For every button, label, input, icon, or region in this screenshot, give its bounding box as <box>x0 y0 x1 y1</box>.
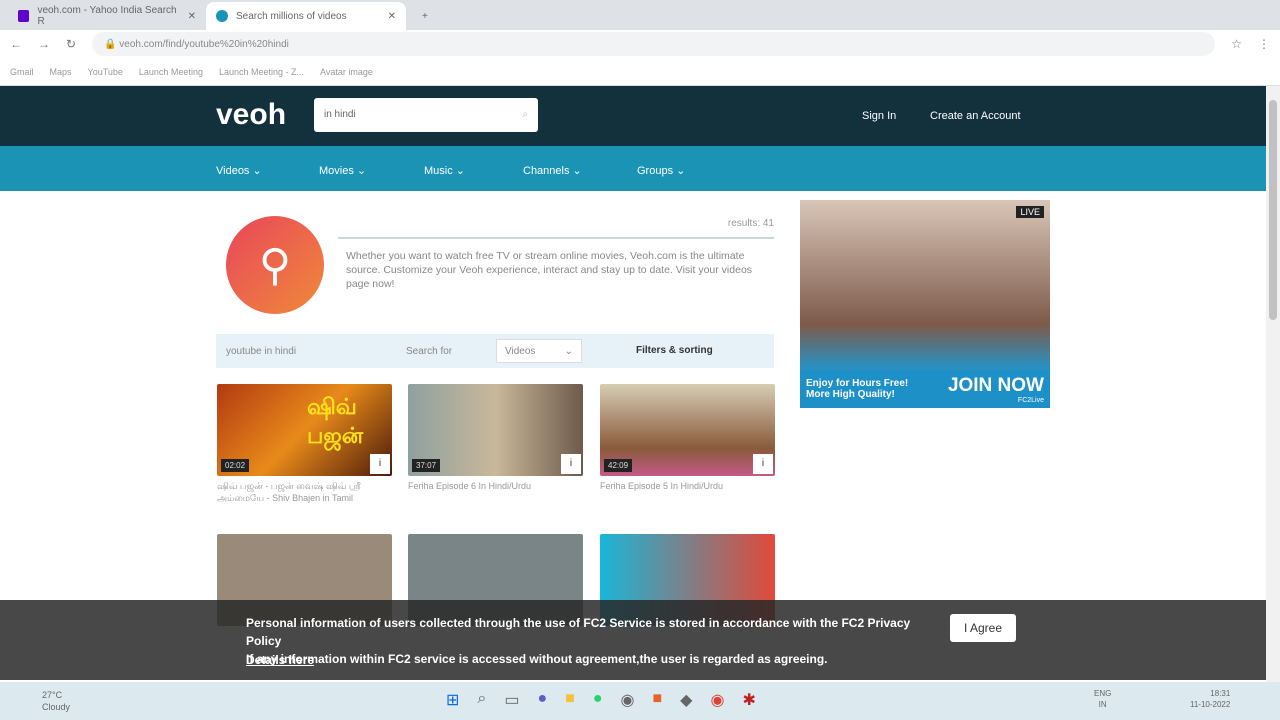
live-badge: LIVE <box>1016 206 1044 218</box>
weather: Cloudy <box>42 702 71 712</box>
ad-line1: Enjoy for Hours Free! <box>806 378 909 389</box>
duration: 42:09 <box>604 459 633 472</box>
app-icon[interactable]: ■ <box>652 690 662 710</box>
info-icon[interactable]: i <box>753 454 773 474</box>
app-icon[interactable]: ◉ <box>621 690 635 710</box>
sign-in-link[interactable]: Sign In <box>862 110 896 122</box>
lock-icon: 🔒 <box>104 38 120 50</box>
clock-date: 11-10-2022 <box>1190 700 1231 709</box>
bookmark-maps[interactable]: Maps <box>50 67 72 77</box>
tab-yahoo[interactable]: veoh.com - Yahoo India Search R ✕ <box>8 2 206 30</box>
duration: 02:02 <box>221 459 250 472</box>
search-for-select[interactable]: Videos ⌄ <box>496 339 582 363</box>
back-icon[interactable]: ← <box>10 37 22 51</box>
taskbar: 27°C Cloudy ⊞ ⌕ ▭ ● ■ ● ◉ ■ ◆ ◉ ✱ ENG IN 18:31 11-10-… <box>0 682 1280 720</box>
file-explorer-icon[interactable]: ■ <box>565 690 575 710</box>
duration: 37:07 <box>412 459 441 472</box>
agree-button[interactable]: I Agree <box>950 614 1017 642</box>
close-icon[interactable]: ✕ <box>388 11 396 22</box>
bookmark-youtube[interactable]: YouTube <box>88 67 123 77</box>
clock-time[interactable]: 18:31 <box>1190 688 1230 699</box>
tab-bar: veoh.com - Yahoo India Search R ✕ Search … <box>0 0 1280 30</box>
url-input[interactable]: 🔒 veoh.com/find/youtube%20in%20hindi <box>92 32 1216 56</box>
new-tab-button[interactable]: + <box>412 2 438 30</box>
thumb-text: ஷிவ் பஜன் <box>307 394 364 448</box>
task-view-icon[interactable]: ▭ <box>504 690 519 710</box>
site-header: veoh in hindi ⌕ Sign In Create an Account <box>0 86 1266 146</box>
search-for-label: Search for <box>406 346 453 357</box>
search-value: in hindi <box>324 109 356 120</box>
search-icon[interactable]: ⌕ <box>522 109 528 120</box>
create-account-link[interactable]: Create an Account <box>930 110 1021 122</box>
cookie-text: If any information within FC2 service is… <box>246 652 828 666</box>
address-bar-row: ← → ↻ 🔒 veoh.com/find/youtube%20in%20hindi… <box>0 30 1280 58</box>
bookmark-gmail[interactable]: Gmail <box>10 67 34 77</box>
url-text: veoh.com/find/youtube%20in%20hindi <box>119 38 289 50</box>
bookmarks-bar: Gmail Maps YouTube Launch Meeting Launch… <box>0 58 1280 86</box>
tab-title: Search millions of videos <box>236 10 347 22</box>
star-icon[interactable]: ☆ <box>1231 37 1242 51</box>
video-title[interactable]: Feriha Episode 6 In Hindi/Urdu <box>408 480 583 492</box>
chat-icon[interactable]: ● <box>538 690 548 710</box>
veoh-icon <box>216 10 228 22</box>
nav-channels[interactable]: Channels ⌄ <box>523 164 582 177</box>
veoh-logo[interactable]: veoh <box>216 98 286 132</box>
bookmark-launch-meeting[interactable]: Launch Meeting <box>139 67 203 77</box>
windows-start-icon[interactable]: ⊞ <box>446 690 459 710</box>
yahoo-icon <box>18 10 30 22</box>
tab-veoh[interactable]: Search millions of videos ✕ <box>206 2 406 30</box>
nav-music[interactable]: Music ⌄ <box>424 164 465 177</box>
video-thumbnail[interactable]: 42:09 i <box>600 384 775 476</box>
whatsapp-icon[interactable]: ● <box>593 690 603 710</box>
chrome-icon[interactable]: ◉ <box>710 690 724 710</box>
video-title[interactable]: Feriha Episode 5 In Hindi/Urdu <box>600 480 775 492</box>
scrollbar[interactable] <box>1266 86 1280 682</box>
video-thumbnail[interactable]: ஷிவ் பஜன் 02:02 i <box>217 384 392 476</box>
region: IN <box>1098 700 1107 709</box>
main-nav: Videos ⌄ Movies ⌄ Music ⌄ Channels ⌄ Gro… <box>0 146 1266 191</box>
temperature: 27°C <box>42 690 63 700</box>
cookie-text: Personal information of users collected … <box>246 616 911 648</box>
bookmark-launch-meeting-2[interactable]: Launch Meeting - Z... <box>219 67 304 77</box>
details-link[interactable]: Details here <box>246 653 314 667</box>
tab-title: veoh.com - Yahoo India Search R <box>37 5 177 27</box>
app-icon[interactable]: ◆ <box>680 690 692 710</box>
info-icon[interactable]: i <box>370 454 390 474</box>
info-icon[interactable]: i <box>561 454 581 474</box>
description: Whether you want to watch free TV or str… <box>346 250 753 290</box>
ad-line2: More High Quality! <box>806 389 895 400</box>
reload-icon[interactable]: ↻ <box>66 37 76 51</box>
app-icon[interactable]: ✱ <box>742 690 755 710</box>
close-icon[interactable]: ✕ <box>188 11 196 22</box>
query-input[interactable]: youtube in hindi <box>226 346 296 357</box>
filter-bar: youtube in hindi Search for Videos ⌄ Filt… <box>216 334 774 368</box>
divider <box>338 237 774 239</box>
header-search-input[interactable]: in hindi ⌕ <box>314 98 538 132</box>
menu-icon[interactable]: ⋮ <box>1258 37 1270 51</box>
ad-bar: Enjoy for Hours Free! More High Quality! … <box>800 370 1050 408</box>
ad-banner[interactable]: LIVE Enjoy for Hours Free! More High Qual… <box>800 200 1050 408</box>
cookie-banner: Personal information of users collected … <box>0 600 1266 680</box>
video-thumbnail[interactable]: 37:07 i <box>408 384 583 476</box>
search-icon: ⚲ <box>226 216 324 314</box>
join-now-button[interactable]: JOIN NOW <box>948 375 1044 397</box>
video-title[interactable]: ஷிவ் பஜன் - பஜன் வைஷ் ஷிவ் ஸ்ரீ அம்மையே … <box>217 480 392 504</box>
filters-sorting-button[interactable]: Filters & sorting <box>636 345 713 356</box>
ad-brand: FC2Live <box>1017 396 1044 404</box>
nav-videos[interactable]: Videos ⌄ <box>216 164 262 177</box>
results-count: results: 41 <box>727 218 774 229</box>
language[interactable]: ENG <box>1094 688 1111 699</box>
forward-icon[interactable]: → <box>38 37 50 51</box>
nav-movies[interactable]: Movies ⌄ <box>319 164 366 177</box>
bookmark-avatar-image[interactable]: Avatar image <box>320 67 373 77</box>
nav-groups[interactable]: Groups ⌄ <box>637 164 685 177</box>
search-icon[interactable]: ⌕ <box>477 690 486 710</box>
